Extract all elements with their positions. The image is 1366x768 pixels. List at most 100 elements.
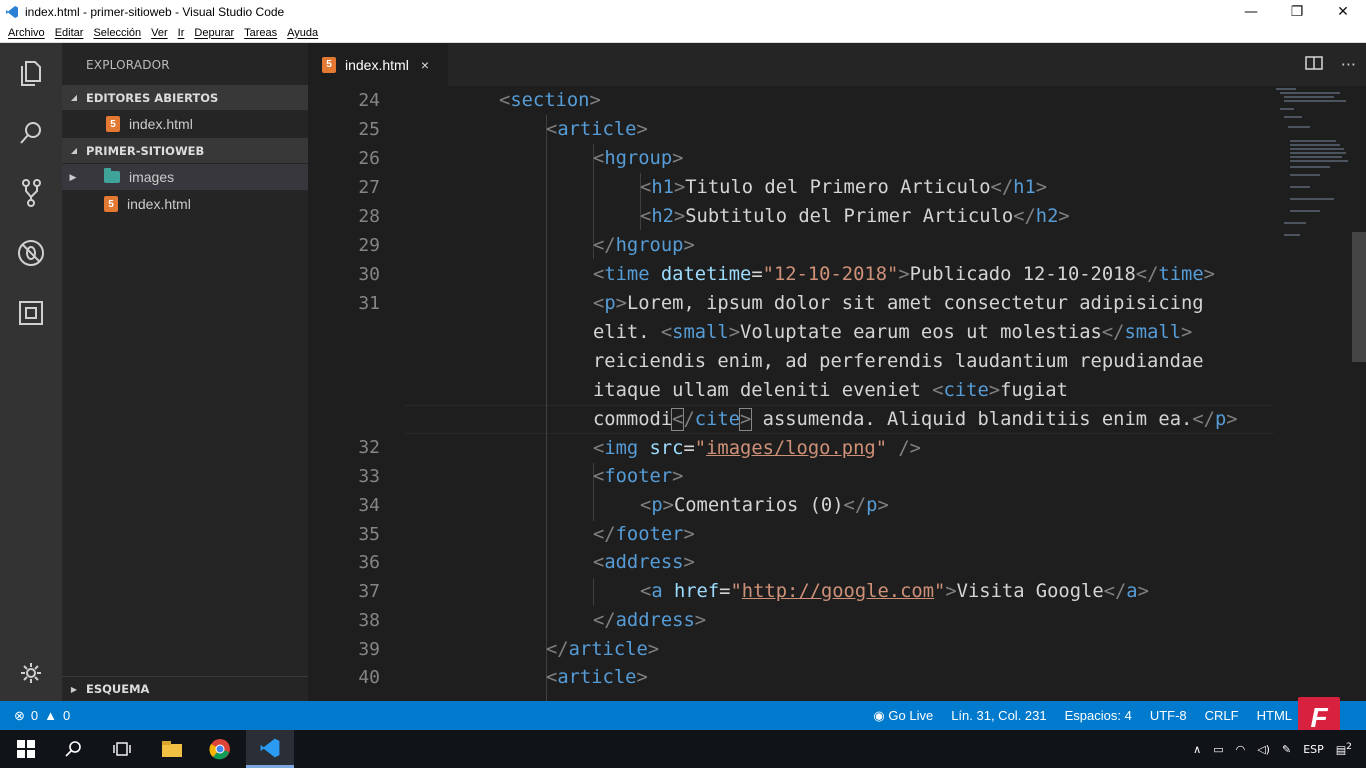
code-line: </footer> xyxy=(593,524,695,545)
menu-archivo[interactable]: Archivo xyxy=(8,27,45,39)
code-line-wrap: reiciendis enim, ad perferendis laudanti… xyxy=(593,351,1204,372)
code-line: <section> xyxy=(499,90,601,111)
menu-depurar[interactable]: Depurar xyxy=(194,27,234,39)
input-language[interactable]: ESP xyxy=(1303,743,1324,756)
code-line: <address> xyxy=(593,552,695,573)
tab-bar: 5 index.html × ··· xyxy=(308,43,1366,86)
code-line: </hgroup> xyxy=(593,235,695,256)
task-view-icon[interactable] xyxy=(98,730,146,768)
close-icon[interactable]: × xyxy=(421,57,429,73)
encoding[interactable]: UTF-8 xyxy=(1150,708,1187,723)
code-line-wrap: elit. <small>Voluptate earum eos ut mole… xyxy=(593,322,1193,343)
maximize-button[interactable]: ❐ xyxy=(1274,0,1320,23)
minimap[interactable] xyxy=(1276,86,1350,246)
menu-bar: Archivo Editar Selección Ver Ir Depurar … xyxy=(0,23,1366,43)
line-number: 34 xyxy=(358,495,380,516)
line-number: 32 xyxy=(358,437,380,458)
line-number: 29 xyxy=(358,235,380,256)
indentation[interactable]: Espacios: 4 xyxy=(1065,708,1132,723)
html5-icon: 5 xyxy=(106,116,120,132)
split-editor-icon[interactable] xyxy=(1304,55,1323,75)
gear-icon[interactable] xyxy=(0,648,62,698)
battery-icon[interactable]: ▭ xyxy=(1213,743,1223,756)
notification-icon[interactable]: ▤2 xyxy=(1336,741,1352,757)
line-number: 31 xyxy=(358,293,380,314)
menu-tareas[interactable]: Tareas xyxy=(244,27,277,39)
warning-icon: ▲ xyxy=(44,708,58,723)
code-line: </article> xyxy=(546,639,660,660)
project-section[interactable]: ◢ PRIMER-SITIOWEB xyxy=(62,138,308,163)
project-label: PRIMER-SITIOWEB xyxy=(86,143,205,158)
vscode-taskbar-icon[interactable] xyxy=(246,730,294,768)
indent-guide xyxy=(546,115,547,701)
editor-actions: ··· xyxy=(1304,43,1356,86)
more-icon[interactable]: ··· xyxy=(1341,55,1356,74)
volume-icon[interactable]: ◁) xyxy=(1257,743,1270,756)
code-line: <h1>Titulo del Primero Articulo</h1> xyxy=(640,177,1048,198)
window-title: index.html - primer-sitioweb - Visual St… xyxy=(25,4,285,19)
vertical-scrollbar[interactable] xyxy=(1352,232,1366,362)
line-number: 33 xyxy=(358,466,380,487)
error-icon: ⊗ xyxy=(14,707,25,723)
file-item-index[interactable]: 5 index.html xyxy=(62,191,308,217)
line-number: 38 xyxy=(358,610,380,631)
problems-indicator[interactable]: ⊗ 0 ▲ 0 xyxy=(14,701,70,730)
code-line: <article> xyxy=(546,119,648,140)
debug-icon[interactable] xyxy=(0,228,62,278)
line-number: 24 xyxy=(358,90,380,111)
menu-editar[interactable]: Editar xyxy=(55,27,84,39)
menu-ir[interactable]: Ir xyxy=(178,27,185,39)
open-editors-label: EDITORES ABIERTOS xyxy=(86,90,219,105)
cursor-position[interactable]: Lín. 31, Col. 231 xyxy=(951,708,1046,723)
outline-label: ESQUEMA xyxy=(86,682,150,696)
code-line-wrap: itaque ullam deleniti eveniet <cite>fugi… xyxy=(593,380,1068,401)
code-line: <a href="http://google.com">Visita Googl… xyxy=(640,581,1149,602)
html5-icon: 5 xyxy=(322,56,336,73)
pen-icon[interactable]: ✎ xyxy=(1282,743,1291,756)
html5-icon: 5 xyxy=(104,196,118,212)
broadcast-icon: ◉ xyxy=(873,707,889,723)
windows-start-icon[interactable] xyxy=(2,730,50,768)
source-control-icon[interactable] xyxy=(0,168,62,218)
file-explorer-icon[interactable] xyxy=(148,730,196,768)
extensions-icon[interactable] xyxy=(0,288,62,338)
code-editor[interactable]: 24 25 26 27 28 29 30 31 32 33 34 35 36 3… xyxy=(308,86,1366,701)
chrome-icon[interactable] xyxy=(196,730,244,768)
menu-ver[interactable]: Ver xyxy=(151,27,168,39)
line-number: 25 xyxy=(358,119,380,140)
status-items: ◉ Go Live Lín. 31, Col. 231 Espacios: 4 … xyxy=(873,701,1292,730)
folder-item-images[interactable]: ▶ images xyxy=(62,164,308,190)
search-icon[interactable] xyxy=(0,108,62,158)
folder-icon xyxy=(104,168,120,183)
outline-section[interactable]: ▶ ESQUEMA xyxy=(62,676,308,701)
chevron-right-icon: ▶ xyxy=(69,171,77,182)
title-bar: index.html - primer-sitioweb - Visual St… xyxy=(0,0,1366,23)
go-live-button[interactable]: ◉ Go Live xyxy=(873,708,933,724)
language-mode[interactable]: HTML xyxy=(1257,708,1292,723)
tab-index-html[interactable]: 5 index.html × xyxy=(308,43,448,86)
menu-ayuda[interactable]: Ayuda xyxy=(287,27,318,39)
code-line-wrap: commodi</cite> assumenda. Aliquid blandi… xyxy=(593,408,1238,431)
line-ending[interactable]: CRLF xyxy=(1205,708,1239,723)
wifi-icon[interactable]: ◠ xyxy=(1236,743,1246,756)
code-line: <p>Lorem, ipsum dolor sit amet consectet… xyxy=(593,293,1204,314)
minimize-button[interactable]: — xyxy=(1228,0,1274,23)
chevron-right-icon: ▶ xyxy=(70,684,78,694)
window-controls: — ❐ ✕ xyxy=(1228,0,1366,23)
search-icon[interactable] xyxy=(50,730,98,768)
sidebar-title: EXPLORADOR xyxy=(86,58,170,72)
folder-name: images xyxy=(129,169,175,185)
explorer-icon[interactable] xyxy=(0,48,62,98)
line-number: 27 xyxy=(358,177,380,198)
line-number-gutter: 24 25 26 27 28 29 30 31 32 33 34 35 36 3… xyxy=(308,86,404,701)
chevron-up-icon[interactable]: ∧ xyxy=(1193,743,1201,756)
tab-label: index.html xyxy=(345,56,409,73)
open-editors-section[interactable]: ◢ EDITORES ABIERTOS xyxy=(62,85,308,110)
open-editor-item[interactable]: 5 index.html xyxy=(62,111,308,137)
code-line: <time datetime="12-10-2018">Publicado 12… xyxy=(593,264,1215,285)
line-number: 39 xyxy=(358,639,380,660)
code-line: </address> xyxy=(593,610,707,631)
code-line: <h2>Subtitulo del Primer Articulo</h2> xyxy=(640,206,1070,227)
menu-seleccion[interactable]: Selección xyxy=(93,27,141,39)
close-window-button[interactable]: ✕ xyxy=(1320,0,1366,23)
